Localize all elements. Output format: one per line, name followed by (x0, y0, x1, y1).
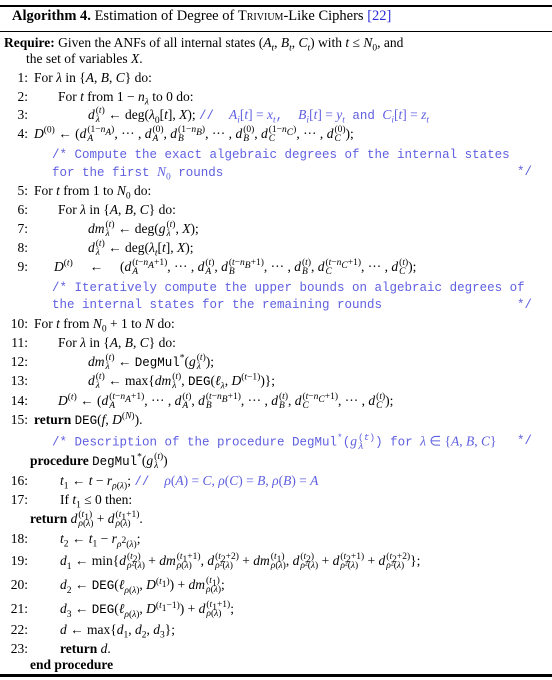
algo-line-5: 5: For t from 1 to N0 do: (17, 183, 152, 202)
algo-line-18: 18: t2 ← t1 − rρ2(λ); (10, 531, 141, 550)
algorithm-label: Algorithm 4. (12, 8, 91, 24)
algo-line-23: 23: return d. (10, 641, 111, 656)
procedure-early-return: return d (t1) ρ(λ) + d (t1+1) ρ(λ). (30, 510, 143, 529)
caption-rule (0, 31, 552, 32)
caption-title-pre: Estimation of Degree of (94, 8, 235, 24)
procedure-end: end procedure (30, 657, 114, 672)
comment-exact-degrees-1: /* Compute the exact algebraic degrees o… (52, 148, 510, 162)
algo-line-7: 7: dm (t) λ ← deg(g (t) λ, X); (17, 220, 199, 239)
bottom-rule (0, 674, 552, 677)
algo-line-4: 4: D(0) ← (d (1−nA) A, ··· , d (0) A, d (1−nB)… (17, 125, 354, 144)
algo-line-8: 8: d (t) λ ← deg(λt[t], X); (17, 239, 194, 259)
comment-upper-bounds-1: /* Iteratively compute the upper bounds … (52, 281, 525, 295)
algo-line-13: 13: d (t) λ ← max{dm (t) λ, DEG(ℓλ, D(t−1))}; (10, 372, 276, 392)
algo-line-2: 2: For t from 1 − nλ to 0 do: (17, 89, 194, 108)
algo-line-20: 20: d2 ← DEG(ℓρ(λ), D(t1)) + dm (t1) ρ(λ); (10, 576, 225, 596)
algo-line-22: 22: d ← max{d1, d2, d3}; (10, 622, 175, 641)
comment-degmul-description: /* Description of the procedure DegMul*(… (52, 432, 532, 452)
algo-line-21: 21: d3 ← DEG(ℓρ(λ), D(t1−1)) + d (t1+1) ρ(λ… (10, 600, 234, 620)
algo-line-19: 19: d1 ← min{d (t2) ρ²(λ) + dm (t1+1) ρ(λ), d… (10, 552, 421, 572)
algorithm-caption: Algorithm 4. Estimation of Degree of Tri… (12, 8, 391, 25)
comment-upper-bounds-2: the internal states for the remaining ro… (52, 298, 532, 312)
algo-line-16: 16: t1 ← t − rρ(λ); // ρ(A) = C, ρ(C) = B… (10, 473, 319, 492)
algo-line-15: 15: return DEG(f, D(N)). (10, 411, 143, 428)
algo-line-3: 3: d (t) λ ← deg(λ0[t], X); // Ai[t] = xt, … (17, 106, 430, 126)
algo-line-9: 9: D(t) ← (d (t−nA+1) A, ··· , d (t) A, d (t−n… (17, 258, 417, 277)
algo-line-6: 6: For λ in {A, B, C} do: (17, 202, 176, 217)
top-rule (0, 5, 552, 7)
procedure-header: procedure DegMul*(g (t) λ) (30, 452, 168, 471)
algo-line-17: 17: If t1 ≤ 0 then: (10, 492, 133, 511)
require-line-2: the set of variables X. (26, 51, 143, 66)
caption-title-post: -Like Ciphers (283, 8, 364, 24)
algo-line-14: 14: D(t) ← (d (t−nA+1) A, ··· , d (t) A, d (t−… (10, 392, 394, 411)
caption-title-cipher: Trivium (237, 8, 284, 24)
line-3-comment: // Ai[t] = xt, Bi[t] = yt and Ci[t] = zt (198, 107, 430, 126)
line-16-comment: // ρ(A) = C, ρ(C) = B, ρ(B) = A (134, 473, 319, 489)
algo-line-12: 12: dm (t) λ ← DegMul*(g (t) λ); (10, 353, 214, 372)
algo-line-11: 11: For λ in {A, B, C} do: (11, 335, 176, 350)
algo-line-10: 10: For t from N0 + 1 to N do: (10, 316, 175, 335)
comment-exact-degrees-2: for the first N0 rounds */ (52, 164, 532, 183)
citation-link[interactable]: [22] (367, 8, 391, 24)
algo-line-1: 1: For λ in {A, B, C} do: (17, 70, 152, 85)
require-line-1: Require: Given the ANFs of all internal … (4, 35, 404, 54)
require-keyword: Require: (4, 35, 55, 50)
